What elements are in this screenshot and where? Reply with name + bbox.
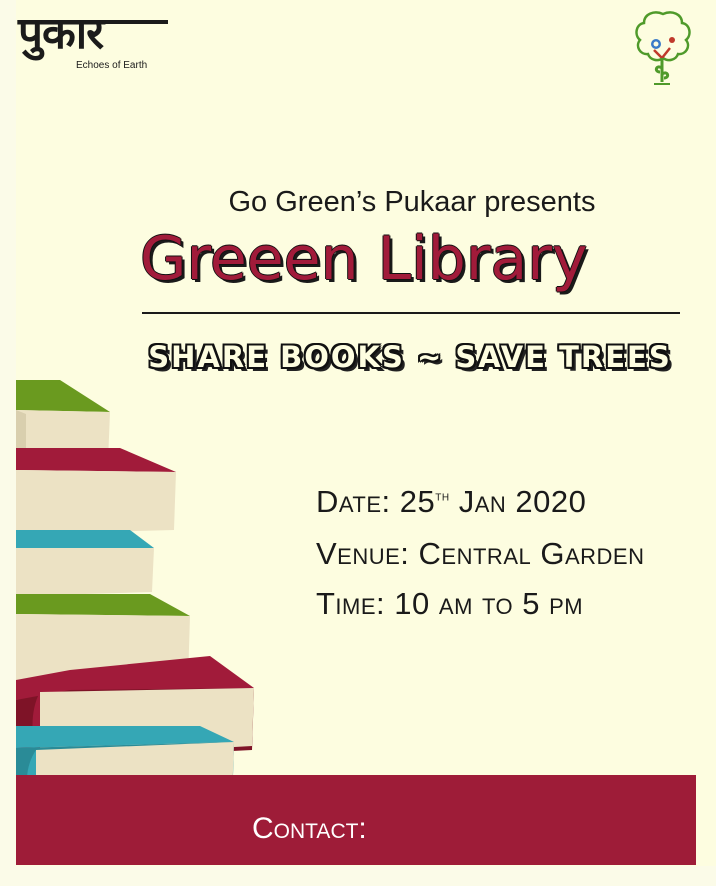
venue-label: Venue: bbox=[316, 536, 410, 571]
date-day: 25 bbox=[399, 484, 436, 519]
contact-label: Contact: bbox=[252, 812, 367, 845]
time-line: Time: 10 am to 5 pm bbox=[316, 586, 583, 622]
date-label: Date: bbox=[316, 484, 391, 519]
date-line: Date: 25th Jan 2020 bbox=[316, 484, 586, 520]
venue-value: Central Garden bbox=[418, 536, 645, 571]
book-teal-1 bbox=[16, 530, 154, 596]
poster: पुकार Echoes of Earth Go Green’s Pukaar … bbox=[0, 0, 716, 886]
pukaar-logo: पुकार Echoes of Earth bbox=[18, 8, 168, 72]
presents-line: Go Green’s Pukaar presents bbox=[228, 186, 596, 218]
logo-subtitle: Echoes of Earth bbox=[76, 60, 148, 71]
event-tagline: SHARE BOOKS ~ SAVE TREES bbox=[148, 340, 672, 374]
book-stack-illustration bbox=[16, 380, 254, 816]
date-suffix: th bbox=[435, 487, 450, 504]
logo-wordmark: पुकार bbox=[18, 8, 104, 59]
time-value: 10 am to 5 pm bbox=[394, 586, 584, 621]
bottom-margin bbox=[0, 866, 716, 886]
time-label: Time: bbox=[316, 586, 386, 621]
book-red-1 bbox=[16, 448, 176, 534]
title-underline bbox=[142, 312, 680, 314]
go-green-tree-icon bbox=[635, 11, 691, 85]
venue-line: Venue: Central Garden bbox=[316, 536, 644, 572]
event-title: Greeen Library bbox=[140, 224, 588, 294]
date-value: Jan 2020 bbox=[458, 484, 587, 519]
